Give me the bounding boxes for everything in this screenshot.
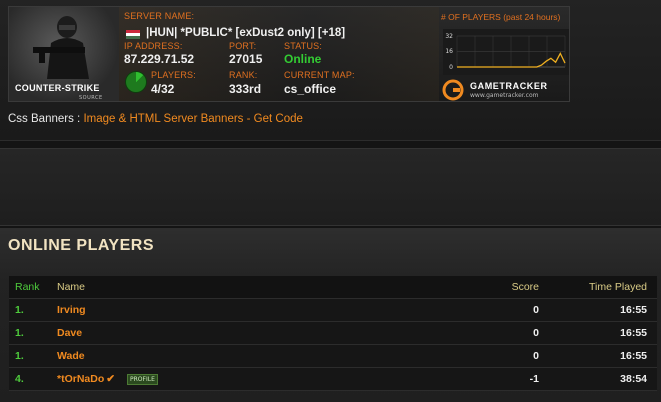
players-graph: 32 16 0 bbox=[443, 29, 569, 75]
players-graph-title: # OF PLAYERS (past 24 hours) bbox=[441, 12, 561, 22]
player-score: 0 bbox=[533, 350, 539, 362]
source-logo-sub: SOURCE bbox=[79, 95, 103, 101]
empty-panel bbox=[0, 148, 661, 226]
soldier-icon bbox=[33, 16, 89, 79]
gametracker-logo[interactable]: GAMETRACKER www.gametracker.com bbox=[442, 79, 568, 101]
players-count: 4/32 bbox=[151, 82, 175, 96]
get-code-link[interactable]: Image & HTML Server Banners - Get Code bbox=[83, 113, 302, 125]
server-banner-panel: Counter-Strike SOURCE SERVER NAME: |HUN|… bbox=[0, 0, 661, 141]
player-rank: 4. bbox=[15, 373, 24, 385]
ip-address: 87.229.71.52 bbox=[124, 52, 195, 66]
status-value: Online bbox=[284, 52, 322, 66]
player-score: 0 bbox=[533, 327, 539, 339]
graph-tick-label: 32 bbox=[445, 33, 453, 40]
table-row: 4. *tOrNaDo ✔ PROFILE -1 38:54 bbox=[9, 368, 657, 391]
table-row: 1. Dave 0 16:55 bbox=[9, 322, 657, 345]
rank-label: RANK: bbox=[229, 70, 258, 80]
current-map-value: cs_office bbox=[284, 82, 337, 96]
game-logo: Counter-Strike SOURCE bbox=[9, 7, 119, 101]
graph-tick-label: 16 bbox=[445, 48, 453, 55]
table-header: Rank Name Score Time Played bbox=[9, 276, 657, 299]
server-name-label: SERVER NAME: bbox=[124, 11, 195, 21]
player-time: 16:55 bbox=[620, 350, 647, 362]
gametracker-text: GAMETRACKER bbox=[470, 81, 548, 91]
player-time: 38:54 bbox=[620, 373, 647, 385]
current-map-label: CURRENT MAP: bbox=[284, 70, 355, 80]
css-banner-line: Css Banners : Image & HTML Server Banner… bbox=[8, 113, 303, 125]
players-label: PLAYERS: bbox=[151, 70, 196, 80]
gametracker-g-icon bbox=[442, 79, 464, 101]
name-column-header[interactable]: Name bbox=[57, 281, 85, 293]
gametracker-url: www.gametracker.com bbox=[470, 92, 539, 99]
player-rank: 1. bbox=[15, 327, 24, 339]
port-label: PORT: bbox=[229, 41, 257, 51]
table-row: 1. Wade 0 16:55 bbox=[9, 345, 657, 368]
server-banner[interactable]: Counter-Strike SOURCE SERVER NAME: |HUN|… bbox=[8, 6, 570, 102]
graph-tick-label: 0 bbox=[449, 64, 453, 71]
score-column-header[interactable]: Score bbox=[512, 281, 539, 293]
player-name-cell: *tOrNaDo ✔ bbox=[57, 373, 115, 385]
player-score: 0 bbox=[533, 304, 539, 316]
online-players-title: ONLINE PLAYERS bbox=[8, 237, 154, 254]
table-row: 1. Irving 0 16:55 bbox=[9, 299, 657, 322]
players-pie-icon bbox=[125, 71, 147, 93]
player-time: 16:55 bbox=[620, 304, 647, 316]
online-players-panel: ONLINE PLAYERS Rank Name Score Time Play… bbox=[0, 228, 661, 402]
port-value: 27015 bbox=[229, 52, 263, 66]
status-label: STATUS: bbox=[284, 41, 323, 51]
ip-label: IP ADDRESS: bbox=[124, 41, 183, 51]
time-column-header[interactable]: Time Played bbox=[589, 281, 647, 293]
hungary-flag-icon bbox=[126, 30, 140, 39]
player-name-link[interactable]: Irving bbox=[57, 304, 86, 316]
player-rank: 1. bbox=[15, 304, 24, 316]
player-score: -1 bbox=[529, 373, 539, 385]
counter-strike-logo: Counter-Strike bbox=[15, 83, 100, 93]
css-banners-label: Css Banners : bbox=[8, 113, 81, 125]
rank-value: 333rd bbox=[229, 82, 262, 96]
server-name: |HUN| *PUBLIC* [exDust2 only] [+18] bbox=[146, 27, 346, 39]
player-name-link[interactable]: Wade bbox=[57, 350, 85, 362]
rank-column-header[interactable]: Rank bbox=[15, 281, 40, 293]
player-name-link[interactable]: *tOrNaDo bbox=[57, 373, 104, 385]
verified-check-icon: ✔ bbox=[106, 373, 116, 385]
player-name-link[interactable]: Dave bbox=[57, 327, 82, 339]
profile-badge[interactable]: PROFILE bbox=[127, 374, 158, 385]
player-rank: 1. bbox=[15, 350, 24, 362]
player-time: 16:55 bbox=[620, 327, 647, 339]
